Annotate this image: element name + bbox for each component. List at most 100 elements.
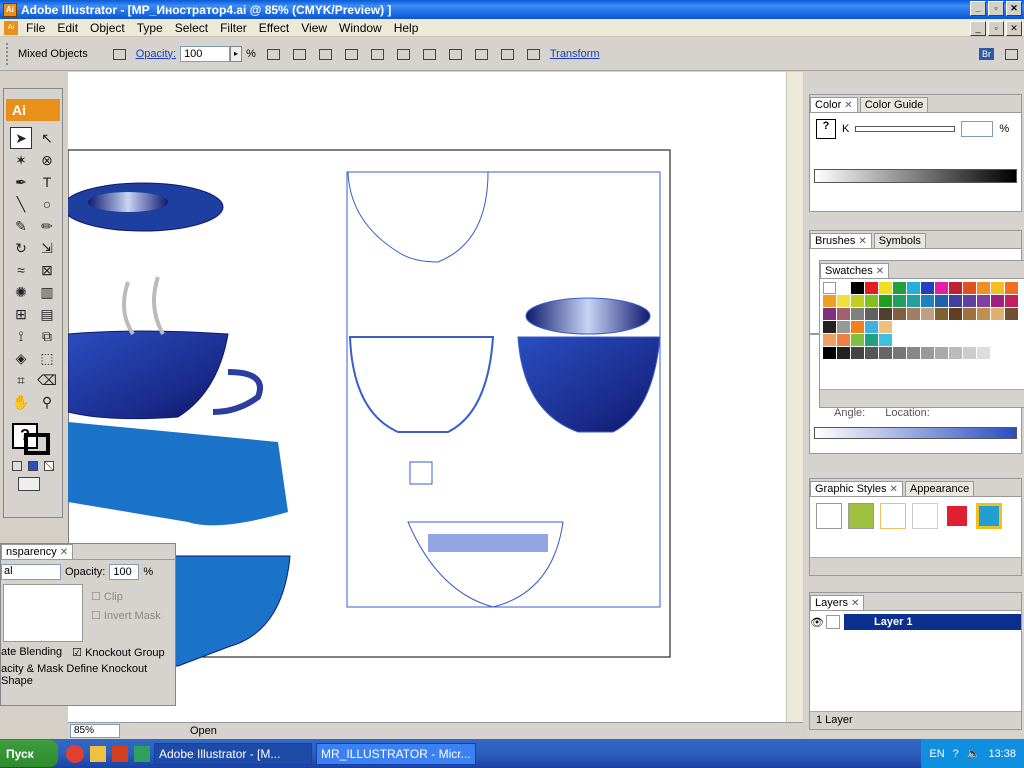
gradient-tool-icon[interactable]: ▤	[36, 303, 58, 325]
opacity-link[interactable]: Opacity:	[136, 48, 176, 60]
graph-tool-icon[interactable]: ▥	[36, 281, 58, 303]
menu-type[interactable]: Type	[131, 21, 169, 35]
zoom-field[interactable]: 85%	[70, 724, 120, 738]
opacity-mask-option[interactable]: acity & Mask Define Knockout Shape	[1, 663, 175, 687]
align-left-icon[interactable]	[316, 46, 334, 62]
styles-grid[interactable]	[816, 503, 1015, 529]
magic-wand-tool-icon[interactable]: ✶	[10, 149, 32, 171]
task-illustrator[interactable]: Adobe Illustrator - [M...	[154, 742, 312, 765]
align-middle-icon[interactable]	[420, 46, 438, 62]
gradient-slider[interactable]	[814, 427, 1017, 439]
color-fill-icon[interactable]: ?	[816, 119, 836, 139]
minimize-button[interactable]: _	[970, 1, 986, 16]
layer-row[interactable]: 👁 Layer 1	[810, 613, 1021, 631]
align-bottom-icon[interactable]	[446, 46, 464, 62]
layer-visibility-eye-icon[interactable]: 👁	[810, 616, 824, 629]
doc-minimize-button[interactable]: _	[970, 21, 986, 36]
tab-graphic-styles[interactable]: Graphic Styles ✕	[810, 481, 903, 496]
doc-restore-button[interactable]: ▫	[988, 21, 1004, 36]
direct-selection-tool-icon[interactable]: ↖	[36, 127, 58, 149]
ellipse-tool-icon[interactable]: ○	[36, 193, 58, 215]
menu-file[interactable]: File	[20, 21, 51, 35]
menu-help[interactable]: Help	[388, 21, 425, 35]
fill-stroke-widget[interactable]: ?	[10, 421, 54, 457]
align-top-icon[interactable]	[394, 46, 412, 62]
k-input[interactable]	[961, 121, 994, 137]
menu-edit[interactable]: Edit	[51, 21, 84, 35]
gradient-mode-icon[interactable]	[28, 461, 38, 471]
tab-transparency[interactable]: nsparency ✕	[1, 544, 74, 559]
scale-tool-icon[interactable]: ⇲	[36, 237, 58, 259]
chrome-icon[interactable]	[66, 744, 84, 763]
warp-tool-icon[interactable]: ≈	[10, 259, 32, 281]
layer-name[interactable]: Layer 1	[844, 614, 1021, 630]
tab-color[interactable]: Color ✕	[810, 97, 858, 112]
color-ramp[interactable]	[814, 169, 1017, 183]
menu-filter[interactable]: Filter	[214, 21, 253, 35]
menu-window[interactable]: Window	[333, 21, 388, 35]
zoom-tool-icon[interactable]: ⚲	[36, 391, 58, 413]
live-paint-tool-icon[interactable]: ◈	[10, 347, 32, 369]
task-word[interactable]: MR_ILLUSTRATOR - Micr...	[316, 742, 476, 765]
menu-view[interactable]: View	[295, 21, 333, 35]
tab-brushes[interactable]: Brushes ✕	[810, 233, 872, 248]
eraser-tool-icon[interactable]: ⌫	[36, 369, 58, 391]
align-right-icon[interactable]	[368, 46, 386, 62]
type-tool-icon[interactable]: T	[36, 171, 58, 193]
paintbrush-tool-icon[interactable]: ✎	[10, 215, 32, 237]
tab-symbols[interactable]: Symbols	[873, 233, 926, 248]
pencil-tool-icon[interactable]: ✏	[36, 215, 58, 237]
invert-mask-checkbox[interactable]: ☐ Invert Mask	[91, 609, 161, 622]
crop-tool-icon[interactable]: ⌗	[10, 369, 32, 391]
start-button[interactable]: Пуск	[0, 740, 58, 767]
mask-thumbnail[interactable]	[3, 584, 83, 642]
g-icon[interactable]	[134, 745, 150, 762]
help-tray-icon[interactable]: ?	[953, 748, 959, 760]
menu-effect[interactable]: Effect	[253, 21, 295, 35]
swatch-grid[interactable]	[820, 279, 1024, 362]
app-icon[interactable]	[112, 745, 128, 762]
mesh-tool-icon[interactable]: ⊞	[10, 303, 32, 325]
opacity-input[interactable]: 100	[180, 45, 231, 62]
control-grip[interactable]	[6, 42, 12, 65]
blend-mode-select[interactable]: al	[1, 564, 61, 580]
language-indicator[interactable]: EN	[929, 748, 944, 760]
transparency-opacity-input[interactable]: 100	[109, 564, 140, 580]
status-mode[interactable]: Open	[190, 725, 217, 737]
none-mode-icon[interactable]	[44, 461, 54, 471]
illustrator-app-icon[interactable]: Ai	[3, 2, 17, 17]
layer-lock-toggle[interactable]	[826, 615, 840, 629]
screen-mode-icon[interactable]	[18, 477, 40, 491]
stroke-swatch[interactable]	[24, 433, 50, 455]
clip-checkbox[interactable]: ☐ Clip	[91, 590, 161, 603]
line-tool-icon[interactable]: ╲	[10, 193, 32, 215]
tab-appearance[interactable]: Appearance	[904, 481, 975, 496]
eyedropper-tool-icon[interactable]: ⟟	[10, 325, 32, 347]
rotate-tool-icon[interactable]: ↻	[10, 237, 32, 259]
tab-color-guide[interactable]: Color Guide	[859, 97, 929, 112]
blend-tool-icon[interactable]: ⧉	[36, 325, 58, 347]
bridge-button[interactable]: Br	[979, 47, 994, 60]
style-icon[interactable]	[264, 46, 282, 62]
close-button[interactable]: ✕	[1006, 1, 1022, 16]
recolor-icon[interactable]	[110, 46, 128, 62]
opacity-dropdown-arrow[interactable]: ▸	[230, 45, 243, 62]
isolate-blending-checkbox[interactable]: ate Blending	[1, 646, 62, 659]
menu-select[interactable]: Select	[169, 21, 214, 35]
pen-tool-icon[interactable]: ✒	[10, 171, 32, 193]
symbol-sprayer-tool-icon[interactable]: ✺	[10, 281, 32, 303]
volume-tray-icon[interactable]: 🔈	[967, 747, 981, 760]
document-menu-icon[interactable]: Ai	[4, 20, 18, 35]
document-canvas[interactable]	[68, 72, 801, 722]
align-to-icon[interactable]	[290, 46, 308, 62]
selection-tool-icon[interactable]: ➤	[10, 127, 32, 149]
free-transform-tool-icon[interactable]: ⊠	[36, 259, 58, 281]
lasso-tool-icon[interactable]: ⊗	[36, 149, 58, 171]
panel-menu-icon[interactable]	[1002, 46, 1020, 62]
k-slider[interactable]	[855, 126, 956, 132]
knockout-group-checkbox[interactable]: ☑ Knockout Group	[72, 646, 164, 659]
vertical-scrollbar[interactable]	[786, 72, 803, 722]
distribute-center-icon[interactable]	[498, 46, 516, 62]
transform-link[interactable]: Transform	[550, 48, 600, 60]
tab-swatches[interactable]: Swatches ✕	[820, 263, 890, 278]
